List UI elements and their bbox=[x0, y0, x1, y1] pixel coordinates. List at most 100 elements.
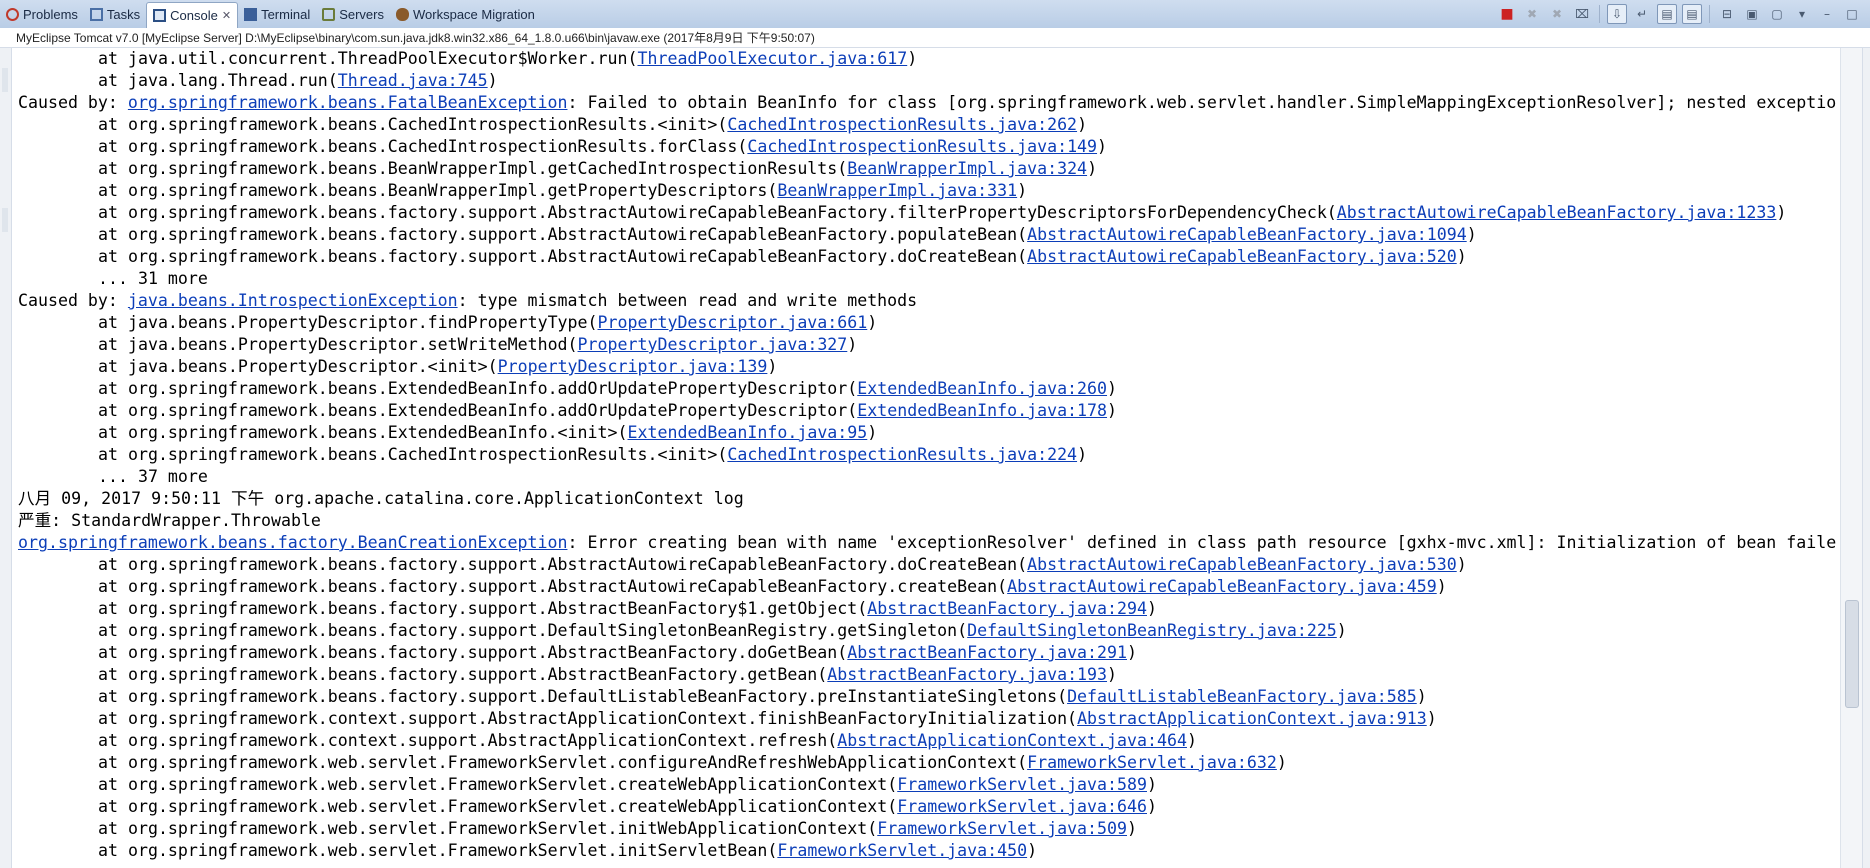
source-link[interactable]: ExtendedBeanInfo.java:260 bbox=[857, 379, 1107, 398]
line-text: at java.beans.PropertyDescriptor.findPro… bbox=[98, 313, 598, 332]
stack-trace-line: at org.springframework.beans.ExtendedBea… bbox=[18, 378, 1840, 400]
scroll-lock-icon[interactable]: ⇩ bbox=[1607, 4, 1627, 24]
stack-trace-line: at org.springframework.beans.factory.sup… bbox=[18, 202, 1840, 224]
stack-trace-line: at org.springframework.web.servlet.Frame… bbox=[18, 752, 1840, 774]
source-link[interactable]: PropertyDescriptor.java:661 bbox=[598, 313, 868, 332]
source-link[interactable]: ThreadPoolExecutor.java:617 bbox=[637, 49, 907, 68]
stack-trace-line: at org.springframework.beans.factory.sup… bbox=[18, 642, 1840, 664]
terminate-icon[interactable]: ■ bbox=[1497, 4, 1517, 24]
line-text: at org.springframework.web.servlet.Frame… bbox=[98, 775, 898, 794]
source-link[interactable]: BeanWrapperImpl.java:331 bbox=[777, 181, 1017, 200]
source-link[interactable]: DefaultListableBeanFactory.java:585 bbox=[1067, 687, 1417, 706]
tab-console[interactable]: Console ✕ bbox=[146, 2, 239, 28]
source-link[interactable]: BeanWrapperImpl.java:324 bbox=[847, 159, 1087, 178]
source-link[interactable]: AbstractApplicationContext.java:913 bbox=[1077, 709, 1427, 728]
source-link[interactable]: AbstractApplicationContext.java:464 bbox=[837, 731, 1187, 750]
show-on-stdout-icon[interactable]: ▤ bbox=[1657, 4, 1677, 24]
servers-icon bbox=[322, 7, 336, 21]
stack-trace-line: at org.springframework.beans.factory.sup… bbox=[18, 686, 1840, 708]
display-selected-console-icon[interactable]: ▣ bbox=[1742, 4, 1762, 24]
source-link[interactable]: AbstractBeanFactory.java:291 bbox=[847, 643, 1127, 662]
source-link[interactable]: PropertyDescriptor.java:139 bbox=[498, 357, 768, 376]
show-on-stderr-icon[interactable]: ▤ bbox=[1682, 4, 1702, 24]
tab-servers[interactable]: Servers bbox=[316, 0, 390, 28]
line-text: : Error creating bean with name 'excepti… bbox=[567, 533, 1837, 552]
tab-label: Tasks bbox=[106, 6, 141, 22]
console-output[interactable]: at java.util.concurrent.ThreadPoolExecut… bbox=[18, 48, 1840, 868]
source-link[interactable]: FrameworkServlet.java:450 bbox=[777, 841, 1027, 860]
source-link[interactable]: AbstractAutowireCapableBeanFactory.java:… bbox=[1027, 247, 1457, 266]
stack-trace-line: at org.springframework.beans.BeanWrapper… bbox=[18, 158, 1840, 180]
source-link[interactable]: FrameworkServlet.java:632 bbox=[1027, 753, 1277, 772]
scrollbar-thumb[interactable] bbox=[1845, 600, 1859, 708]
stack-trace-line: at org.springframework.beans.factory.sup… bbox=[18, 554, 1840, 576]
remove-all-icon[interactable]: ✖ bbox=[1547, 4, 1567, 24]
line-text: at org.springframework.beans.ExtendedBea… bbox=[98, 423, 628, 442]
source-link[interactable]: FrameworkServlet.java:589 bbox=[897, 775, 1147, 794]
line-text: ) bbox=[867, 423, 878, 442]
source-link[interactable]: ExtendedBeanInfo.java:178 bbox=[857, 401, 1107, 420]
tab-workspace-migration[interactable]: Workspace Migration bbox=[390, 0, 541, 28]
line-text: ) bbox=[1077, 115, 1088, 134]
source-link[interactable]: FrameworkServlet.java:646 bbox=[897, 797, 1147, 816]
terminal-icon bbox=[244, 7, 258, 21]
tab-terminal[interactable]: Terminal bbox=[238, 0, 316, 28]
source-link[interactable]: DefaultSingletonBeanRegistry.java:225 bbox=[967, 621, 1337, 640]
stack-trace-line: at java.beans.PropertyDescriptor.<init>(… bbox=[18, 356, 1840, 378]
remove-launch-icon[interactable]: ✖ bbox=[1522, 4, 1542, 24]
stack-trace-line: at org.springframework.beans.BeanWrapper… bbox=[18, 180, 1840, 202]
source-link[interactable]: AbstractAutowireCapableBeanFactory.java:… bbox=[1337, 203, 1777, 222]
source-link[interactable]: AbstractBeanFactory.java:294 bbox=[867, 599, 1147, 618]
source-link[interactable]: java.beans.IntrospectionException bbox=[128, 291, 458, 310]
tasks-icon bbox=[89, 7, 103, 21]
word-wrap-icon[interactable]: ↵ bbox=[1632, 4, 1652, 24]
stack-trace-line: at org.springframework.beans.factory.sup… bbox=[18, 576, 1840, 598]
line-text: at java.lang.Thread.run( bbox=[98, 71, 338, 90]
clear-console-icon[interactable]: ⌧ bbox=[1572, 4, 1592, 24]
stack-trace-line: at org.springframework.web.servlet.Frame… bbox=[18, 796, 1840, 818]
source-link[interactable]: PropertyDescriptor.java:327 bbox=[578, 335, 848, 354]
line-text: at org.springframework.beans.CachedIntro… bbox=[98, 115, 728, 134]
line-text: at org.springframework.context.support.A… bbox=[98, 709, 1078, 728]
source-link[interactable]: AbstractAutowireCapableBeanFactory.java:… bbox=[1027, 555, 1457, 574]
maximize-icon[interactable]: □ bbox=[1842, 4, 1862, 24]
source-link[interactable]: Thread.java:745 bbox=[338, 71, 488, 90]
source-link[interactable]: ExtendedBeanInfo.java:95 bbox=[628, 423, 868, 442]
line-text: at org.springframework.beans.BeanWrapper… bbox=[98, 181, 778, 200]
close-icon[interactable]: ✕ bbox=[222, 9, 231, 22]
source-link[interactable]: CachedIntrospectionResults.java:149 bbox=[747, 137, 1097, 156]
open-console-icon[interactable]: ▢ bbox=[1767, 4, 1787, 24]
source-link[interactable]: AbstractBeanFactory.java:193 bbox=[827, 665, 1107, 684]
source-link[interactable]: org.springframework.beans.factory.BeanCr… bbox=[18, 533, 567, 552]
tab-label: Console bbox=[170, 8, 218, 23]
view-menu-icon[interactable]: ▾ bbox=[1792, 4, 1812, 24]
minimize-icon[interactable]: – bbox=[1817, 4, 1837, 24]
source-link[interactable]: FrameworkServlet.java:509 bbox=[877, 819, 1127, 838]
line-text: ) bbox=[1107, 665, 1118, 684]
pin-console-icon[interactable]: ⊟ bbox=[1717, 4, 1737, 24]
source-link[interactable]: AbstractAutowireCapableBeanFactory.java:… bbox=[1007, 577, 1437, 596]
tab-problems[interactable]: Problems bbox=[0, 0, 84, 28]
line-text: at org.springframework.beans.factory.sup… bbox=[98, 687, 1068, 706]
line-text: at org.springframework.web.servlet.Frame… bbox=[98, 797, 898, 816]
stack-trace-line: at org.springframework.beans.CachedIntro… bbox=[18, 136, 1840, 158]
source-link[interactable]: AbstractAutowireCapableBeanFactory.java:… bbox=[1027, 225, 1467, 244]
line-text: ) bbox=[867, 313, 878, 332]
gutter-marker bbox=[2, 208, 8, 232]
line-text: ) bbox=[767, 357, 778, 376]
tab-tasks[interactable]: Tasks bbox=[84, 0, 146, 28]
source-link[interactable]: CachedIntrospectionResults.java:262 bbox=[727, 115, 1077, 134]
stack-trace-line: at org.springframework.beans.factory.sup… bbox=[18, 598, 1840, 620]
line-text: at org.springframework.beans.factory.sup… bbox=[98, 247, 1028, 266]
vertical-scrollbar[interactable] bbox=[1840, 48, 1863, 868]
line-text: ... 37 more bbox=[98, 467, 208, 486]
stack-trace-line: at org.springframework.beans.factory.sup… bbox=[18, 224, 1840, 246]
stack-trace-line: org.springframework.beans.factory.BeanCr… bbox=[18, 532, 1840, 554]
source-link[interactable]: CachedIntrospectionResults.java:224 bbox=[727, 445, 1077, 464]
console-line: 严重: StandardWrapper.Throwable bbox=[18, 510, 1840, 532]
tab-label: Workspace Migration bbox=[413, 6, 535, 22]
console-line: 八月 09, 2017 9:50:11 下午 org.apache.catali… bbox=[18, 488, 1840, 510]
line-text: at org.springframework.beans.factory.sup… bbox=[98, 599, 868, 618]
source-link[interactable]: org.springframework.beans.FatalBeanExcep… bbox=[128, 93, 568, 112]
console-icon bbox=[153, 9, 167, 22]
